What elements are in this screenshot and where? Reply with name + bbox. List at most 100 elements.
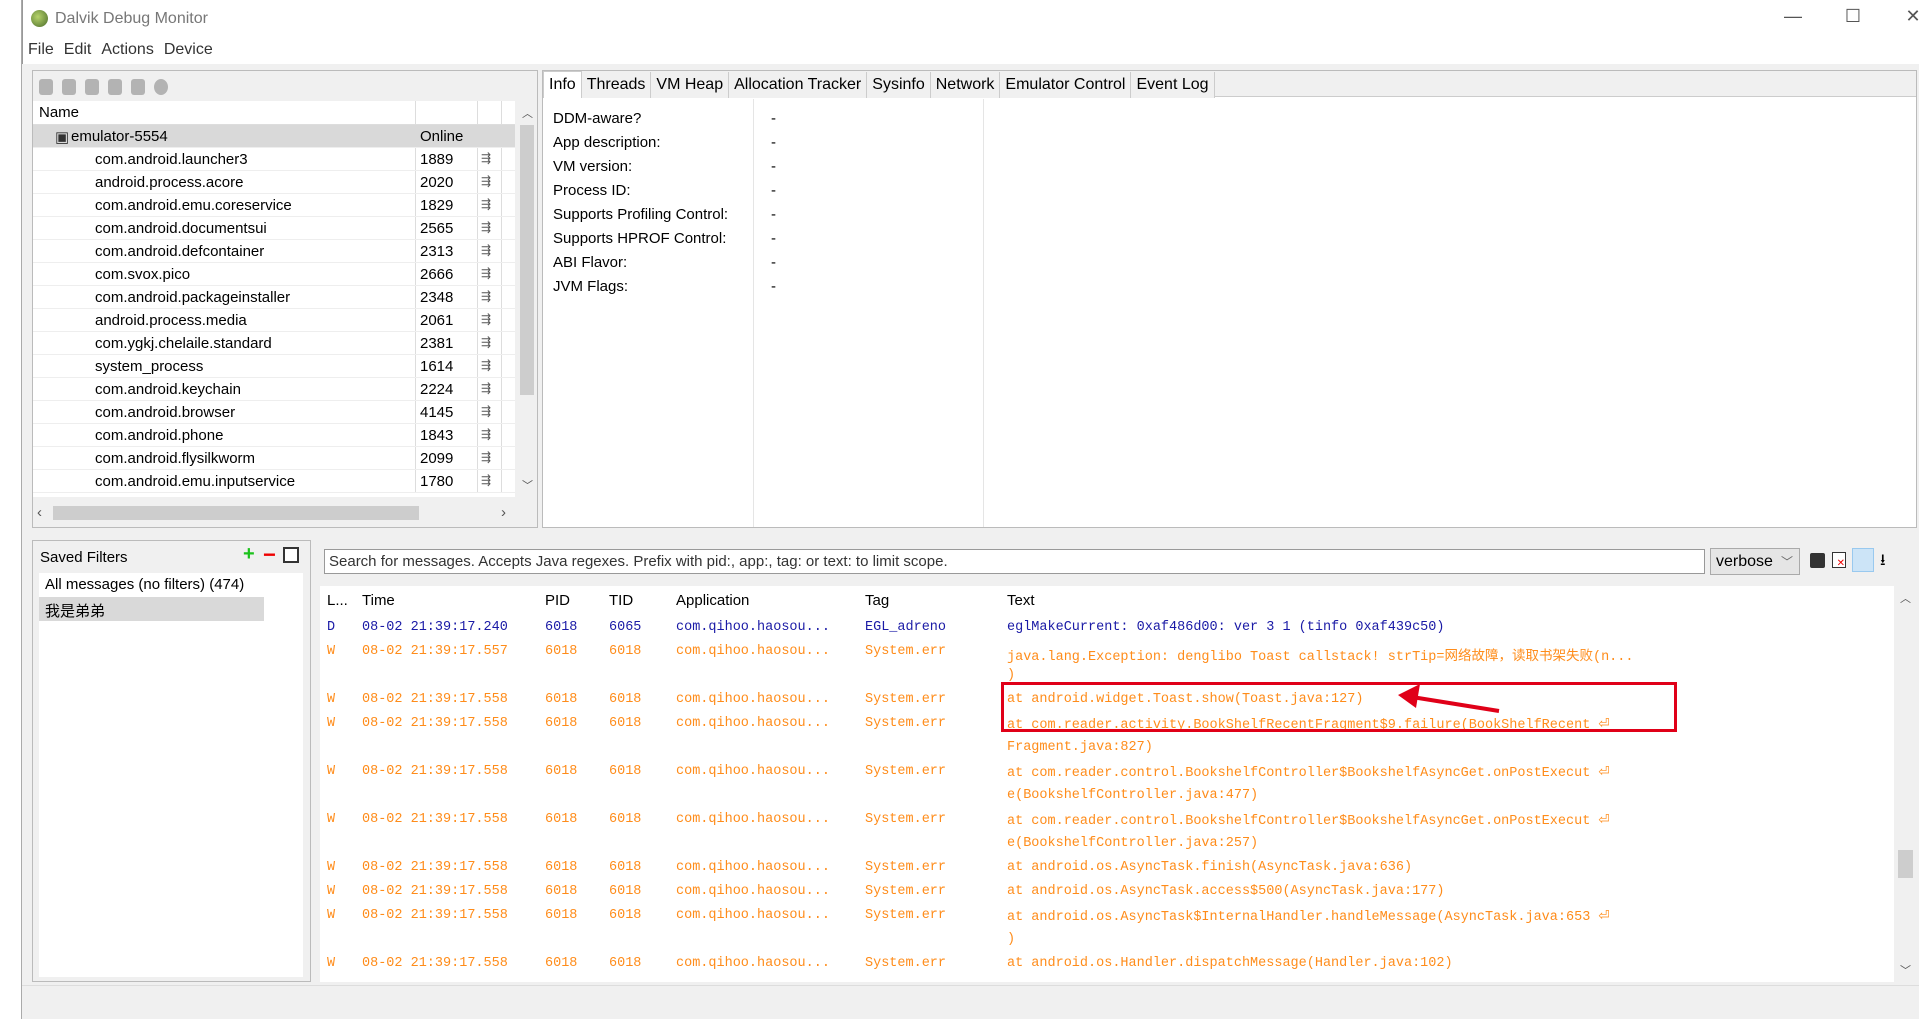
search-input[interactable]: Search for messages. Accepts Java regexe… — [324, 549, 1705, 574]
app-icon — [31, 10, 48, 27]
close-button[interactable]: ✕ — [1893, 6, 1919, 32]
edit-filter-icon[interactable] — [283, 547, 299, 563]
debug-process-icon[interactable] — [39, 79, 53, 95]
process-row[interactable]: com.android.browser 4145 ⇶ — [33, 401, 515, 424]
process-row[interactable]: com.android.emu.coreservice 1829 ⇶ — [33, 194, 515, 217]
info-label: Supports Profiling Control: — [553, 206, 729, 223]
device-icon: ▣ — [55, 129, 70, 146]
info-value: - — [771, 110, 776, 127]
process-row[interactable]: android.process.media 2061 ⇶ — [33, 309, 515, 332]
clear-log-icon[interactable]: ✕ — [1832, 552, 1846, 569]
menu-device[interactable]: Device — [159, 38, 218, 62]
tab-bar: Info Threads VM Heap Allocation Tracker Sysi… — [543, 71, 1916, 98]
process-row[interactable]: android.process.acore 2020 ⇶ — [33, 171, 515, 194]
tab-threads[interactable]: Threads — [581, 72, 652, 98]
process-row[interactable]: com.android.phone 1843 ⇶ — [33, 424, 515, 447]
log-table: L... Time PID TID Application Tag Text D… — [320, 586, 1894, 982]
info-row: App description: - — [553, 134, 776, 151]
update-heap-icon[interactable] — [62, 79, 76, 95]
menu-edit[interactable]: Edit — [59, 38, 97, 62]
dump-hprof-icon[interactable] — [85, 79, 99, 95]
tab-allocation-tracker[interactable]: Allocation Tracker — [729, 72, 868, 98]
process-name: com.android.launcher3 — [95, 151, 248, 168]
process-pid: 1843 — [420, 427, 454, 444]
debug-port-icon: ⇶ — [481, 289, 492, 303]
log-level-select[interactable]: verbose ﹀ — [1710, 548, 1800, 575]
device-status: Online — [420, 128, 464, 145]
process-name: com.android.emu.inputservice — [95, 473, 296, 490]
info-row: Process ID: - — [553, 182, 776, 199]
info-value: - — [771, 158, 776, 175]
process-row[interactable]: com.android.documentsui 2565 ⇶ — [33, 217, 515, 240]
process-pid: 1614 — [420, 358, 454, 375]
column-name[interactable]: Name — [39, 104, 79, 121]
process-pid: 1829 — [420, 197, 454, 214]
process-pid: 2224 — [420, 381, 454, 398]
save-log-icon[interactable] — [1810, 553, 1825, 568]
maximize-button[interactable]: ☐ — [1833, 6, 1873, 32]
process-pid: 2061 — [420, 312, 454, 329]
process-name: com.android.defcontainer — [95, 243, 265, 260]
cause-gc-icon[interactable] — [108, 79, 122, 95]
log-level-value: verbose — [1716, 553, 1773, 570]
info-row: JVM Flags: - — [553, 278, 776, 295]
background-window-edge — [0, 0, 22, 1019]
info-label: Supports HPROF Control: — [553, 230, 727, 247]
process-pid: 1780 — [420, 473, 454, 490]
info-row: Supports Profiling Control: - — [553, 206, 776, 223]
log-vertical-scrollbar[interactable]: ︿ ﹀ — [1894, 586, 1917, 982]
update-threads-icon[interactable] — [131, 79, 145, 95]
process-name: com.android.packageinstaller — [95, 289, 291, 306]
info-value: - — [771, 278, 776, 295]
tab-emulator-control[interactable]: Emulator Control — [1000, 72, 1132, 98]
debug-port-icon: ⇶ — [481, 197, 492, 211]
device-name: emulator-5554 — [71, 128, 168, 145]
process-row[interactable]: com.android.emu.inputservice 1780 ⇶ — [33, 470, 515, 493]
stop-process-icon[interactable] — [154, 79, 168, 95]
device-row[interactable]: ▣ emulator-5554 Online — [33, 125, 515, 148]
remove-filter-icon[interactable]: − — [263, 542, 276, 568]
tab-event-log[interactable]: Event Log — [1131, 72, 1215, 98]
process-row[interactable]: com.svox.pico 2666 ⇶ — [33, 263, 515, 286]
saved-filters-title: Saved Filters — [40, 549, 128, 566]
logcat-panel: Search for messages. Accepts Java regexe… — [320, 540, 1917, 982]
filter-item-all[interactable]: All messages (no filters) (474) — [39, 573, 303, 597]
info-panel: Info Threads VM Heap Allocation Tracker Sysi… — [542, 70, 1917, 528]
arrow-head — [1398, 684, 1420, 708]
tab-sysinfo[interactable]: Sysinfo — [867, 72, 931, 98]
tab-network[interactable]: Network — [930, 72, 1001, 98]
info-value: - — [771, 206, 776, 223]
tab-info[interactable]: Info — [543, 71, 582, 98]
process-row[interactable]: com.android.packageinstaller 2348 ⇶ — [33, 286, 515, 309]
devices-vertical-scrollbar[interactable]: ︿ ﹀ — [517, 101, 537, 497]
process-row[interactable]: system_process 1614 ⇶ — [33, 355, 515, 378]
scroll-lock-icon[interactable]: ⭳ — [1880, 549, 1886, 576]
devices-toolbar — [39, 79, 177, 99]
process-row[interactable]: com.android.keychain 2224 ⇶ — [33, 378, 515, 401]
annotation-arrow — [1398, 684, 1500, 713]
menu-actions[interactable]: Actions — [96, 38, 158, 62]
info-row: ABI Flavor: - — [553, 254, 776, 271]
menu-file[interactable]: File — [23, 38, 59, 62]
window-title: Dalvik Debug Monitor — [55, 10, 208, 27]
debug-port-icon: ⇶ — [481, 335, 492, 349]
process-name: com.android.keychain — [95, 381, 241, 398]
tab-vm-heap[interactable]: VM Heap — [651, 72, 730, 98]
process-row[interactable]: com.android.launcher3 1889 ⇶ — [33, 148, 515, 171]
info-label: App description: — [553, 134, 661, 151]
toggle-columns-icon[interactable] — [1852, 548, 1874, 572]
filter-item-custom[interactable]: 我是弟弟 — [39, 597, 264, 621]
debug-port-icon: ⇶ — [481, 450, 492, 464]
process-pid: 2565 — [420, 220, 454, 237]
debug-port-icon: ⇶ — [481, 220, 492, 234]
info-row: DDM-aware? - — [553, 110, 776, 127]
minimize-button[interactable]: — — [1773, 6, 1813, 32]
arrow-shaft — [1411, 695, 1500, 713]
debug-port-icon: ⇶ — [481, 427, 492, 441]
process-row[interactable]: com.android.defcontainer 2313 ⇶ — [33, 240, 515, 263]
process-row[interactable]: com.android.flysilkworm 2099 ⇶ — [33, 447, 515, 470]
devices-horizontal-scrollbar[interactable]: ‹ › — [33, 503, 517, 523]
add-filter-icon[interactable]: + — [243, 543, 255, 566]
process-row[interactable]: com.ygkj.chelaile.standard 2381 ⇶ — [33, 332, 515, 355]
process-list: com.android.launcher3 1889 ⇶ android.proces… — [33, 148, 515, 493]
